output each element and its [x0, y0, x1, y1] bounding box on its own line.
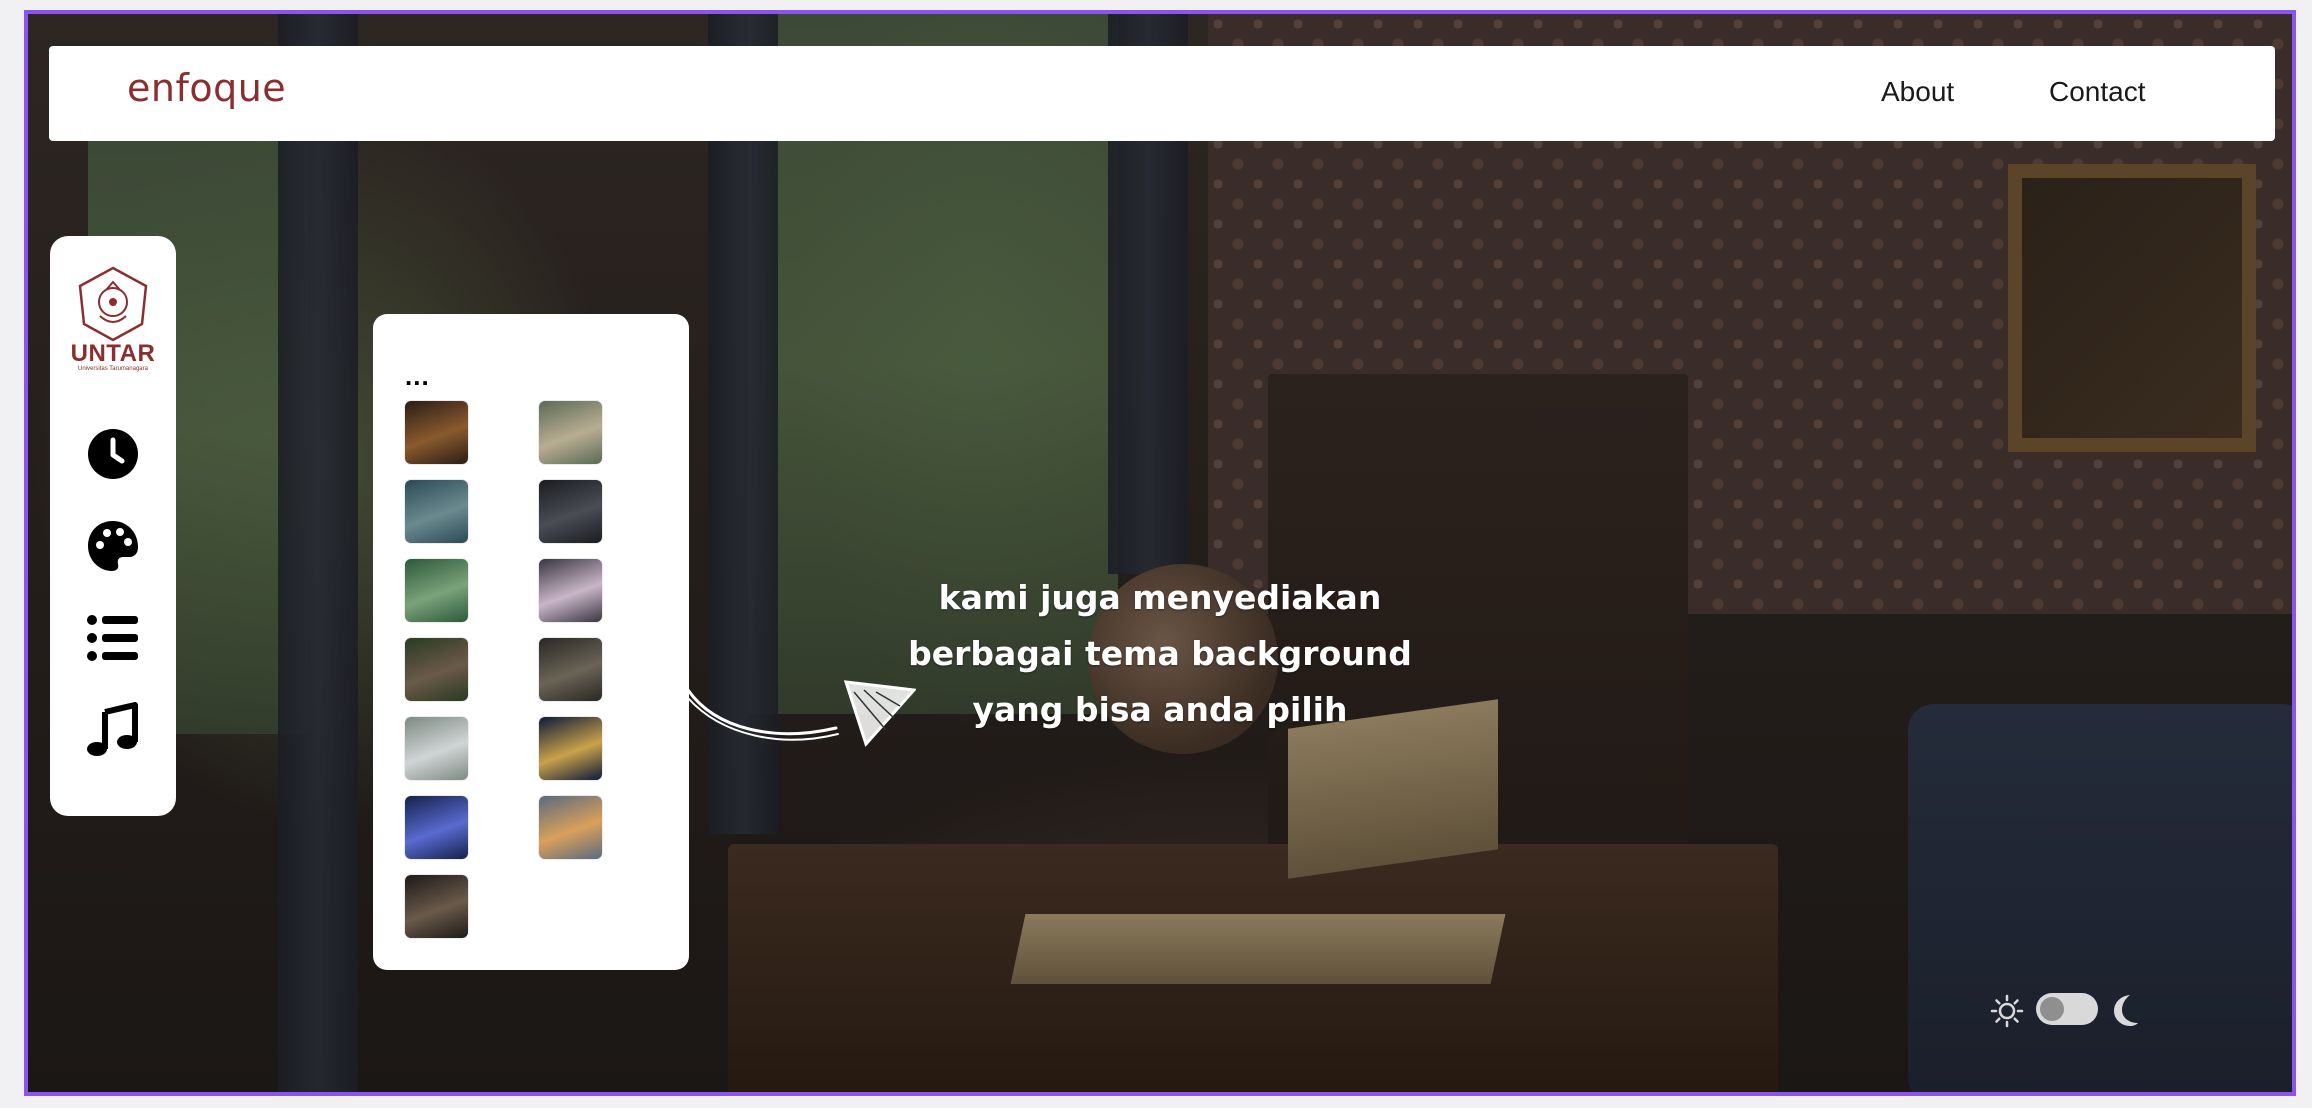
music-icon[interactable]: [85, 702, 141, 758]
theme-thumbnail-sunset-road[interactable]: [539, 796, 602, 859]
callout-line: kami juga menyediakan: [938, 578, 1382, 617]
brand-logo-text[interactable]: enfoque: [127, 66, 286, 110]
theme-thumbnail-fireplace[interactable]: [405, 401, 468, 464]
theme-thumbnail-rainy-window[interactable]: [539, 638, 602, 701]
theme-thumbnail-study-group[interactable]: [539, 401, 602, 464]
theme-toggle: [1990, 990, 2140, 1030]
untar-logo: UNTAR Universitas Tarumanagara: [62, 266, 164, 376]
hand-drawn-arrow-icon: [686, 680, 916, 747]
switch-knob: [2040, 997, 2064, 1021]
theme-thumbnail-park-city[interactable]: [405, 717, 468, 780]
theme-panel: ...: [373, 314, 689, 970]
sidebar: UNTAR Universitas Tarumanagara: [50, 236, 176, 816]
logo-subtitle: Universitas Tarumanagara: [78, 366, 148, 372]
theme-thumbnail-forest-floor[interactable]: [405, 638, 468, 701]
callout-line: yang bisa anda pilih: [972, 690, 1348, 729]
moon-icon[interactable]: [2106, 992, 2140, 1028]
logo-name: UNTAR: [70, 340, 156, 367]
callout-line: berbagai tema background: [908, 634, 1412, 673]
theme-thumbnail-night-city[interactable]: [539, 480, 602, 543]
dark-mode-switch[interactable]: [2036, 993, 2098, 1025]
theme-thumbnail-ruins-arch[interactable]: [405, 875, 468, 938]
background-scene: [24, 10, 2296, 1096]
scene-curtain: [278, 14, 358, 1092]
theme-thumbnail-bridge-night[interactable]: [539, 717, 602, 780]
scene-painting: [2008, 164, 2256, 452]
clock-icon[interactable]: [85, 426, 141, 482]
scene-sofa: [1908, 704, 2292, 1092]
theme-callout-text: kami juga menyediakan berbagai tema back…: [900, 570, 1420, 738]
untar-emblem-icon: [78, 266, 148, 342]
nav-link-about[interactable]: About: [1881, 76, 1954, 108]
theme-thumbnail-skyline-night[interactable]: [405, 796, 468, 859]
list-icon[interactable]: [85, 610, 141, 666]
top-navbar: enfoque About Contact: [49, 46, 2275, 141]
nav-link-contact[interactable]: Contact: [2049, 76, 2146, 108]
theme-thumbnail-aerial-trees[interactable]: [405, 480, 468, 543]
palette-icon[interactable]: [85, 518, 141, 574]
theme-panel-menu[interactable]: ...: [405, 363, 430, 389]
scene-newspaper: [1010, 914, 1506, 984]
theme-thumbnail-cherry-blossom[interactable]: [539, 559, 602, 622]
theme-thumbnail-river-garden[interactable]: [405, 559, 468, 622]
sun-icon[interactable]: [1990, 994, 2024, 1028]
